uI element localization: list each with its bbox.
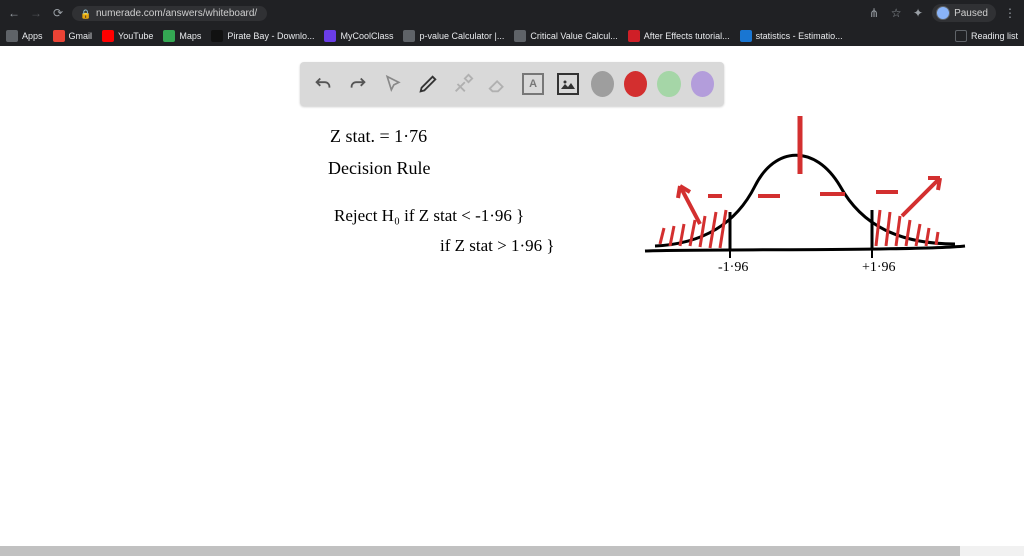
handwriting-reject-2: if Z stat > 1·96 } [440, 236, 555, 256]
bookmark-label: Maps [179, 31, 201, 41]
bookmark-piratebay[interactable]: Pirate Bay - Downlo... [211, 30, 314, 42]
bookmark-youtube[interactable]: YouTube [102, 30, 153, 42]
bookmark-star-button[interactable]: ☆ [888, 5, 904, 21]
favicon-maps [163, 30, 175, 42]
url-field[interactable]: 🔒 numerade.com/answers/whiteboard/ [72, 6, 267, 21]
url-text: numerade.com/answers/whiteboard/ [96, 8, 257, 19]
favicon-piratebay [211, 30, 223, 42]
bookmark-label: statistics - Estimatio... [756, 31, 843, 41]
bookmark-label: Apps [22, 31, 43, 41]
back-button[interactable]: ← [6, 5, 22, 21]
favicon-critval [514, 30, 526, 42]
bookmark-label: Pirate Bay - Downlo... [227, 31, 314, 41]
bookmark-apps[interactable]: Apps [6, 30, 43, 42]
avatar [936, 6, 950, 20]
extensions-button[interactable]: ✦ [910, 5, 926, 21]
favicon-gmail [53, 30, 65, 42]
bookmark-maps[interactable]: Maps [163, 30, 201, 42]
favicon-apps [6, 30, 18, 42]
horizontal-scrollbar[interactable] [0, 546, 1024, 556]
favicon-youtube [102, 30, 114, 42]
forward-button[interactable]: → [28, 5, 44, 21]
profile-chip[interactable]: Paused [932, 4, 996, 22]
kebab-menu[interactable]: ⋮ [1002, 5, 1018, 21]
lock-icon: 🔒 [80, 9, 91, 20]
handwriting-decision-rule: Decision Rule [328, 158, 430, 179]
reading-list-icon [955, 30, 967, 42]
bookmark-stats[interactable]: statistics - Estimatio... [740, 30, 843, 42]
favicon-pvalue [403, 30, 415, 42]
bookmark-ae[interactable]: After Effects tutorial... [628, 30, 730, 42]
bookmark-pvalue[interactable]: p-value Calculator |... [403, 30, 504, 42]
favicon-stats [740, 30, 752, 42]
bookmark-label: After Effects tutorial... [644, 31, 730, 41]
whiteboard-canvas[interactable]: Z stat. = 1·76 Decision Rule Reject H₀ i… [0, 46, 1024, 556]
reload-button[interactable]: ⟳ [50, 5, 66, 21]
bookmark-label: Gmail [69, 31, 93, 41]
share-button[interactable]: ⋔ [866, 5, 882, 21]
favicon-ae [628, 30, 640, 42]
bell-curve-sketch [640, 116, 970, 286]
bookmark-label: MyCoolClass [340, 31, 393, 41]
bookmark-mycoolclass[interactable]: MyCoolClass [324, 30, 393, 42]
reading-list-button[interactable]: Reading list [955, 30, 1018, 42]
profile-label: Paused [954, 8, 988, 19]
page-content: A Z stat. = 1·76 Decision Rule Reject H₀… [0, 46, 1024, 556]
handwriting-zstat: Z stat. = 1·76 [330, 126, 427, 147]
reading-list-label: Reading list [971, 31, 1018, 41]
bookmark-gmail[interactable]: Gmail [53, 30, 93, 42]
browser-address-bar: ← → ⟳ 🔒 numerade.com/answers/whiteboard/… [0, 0, 1024, 26]
bookmark-label: p-value Calculator |... [419, 31, 504, 41]
handwriting-reject-1: Reject H₀ if Z stat < -1·96 } [334, 206, 524, 226]
bookmark-label: YouTube [118, 31, 153, 41]
bookmarks-bar: Apps Gmail YouTube Maps Pirate Bay - Downlo.… [0, 26, 1024, 46]
favicon-mycoolclass [324, 30, 336, 42]
bookmark-label: Critical Value Calcul... [530, 31, 617, 41]
bookmark-critval[interactable]: Critical Value Calcul... [514, 30, 617, 42]
scrollbar-thumb[interactable] [0, 546, 960, 556]
